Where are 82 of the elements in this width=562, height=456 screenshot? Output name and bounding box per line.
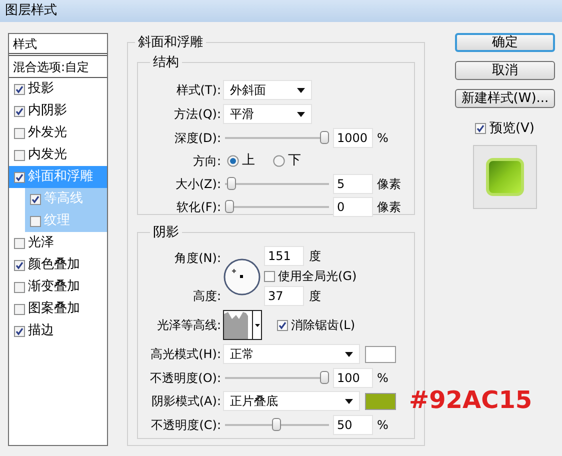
checkbox[interactable]	[14, 304, 25, 314]
slider[interactable]	[225, 371, 329, 384]
checkbox-label: 消除锯齿(L)	[291, 317, 356, 334]
caret-icon	[297, 112, 305, 116]
checkbox[interactable]	[14, 238, 25, 248]
unit-label: 度	[309, 248, 321, 265]
slider-thumb[interactable]	[225, 200, 234, 213]
checkbox-label: 预览(V)	[489, 120, 535, 138]
radio-icon	[227, 154, 239, 166]
checkbox[interactable]	[14, 282, 25, 292]
dropdown[interactable]: 平滑	[223, 104, 312, 124]
slider[interactable]	[225, 131, 329, 144]
contour-picker[interactable]	[223, 310, 262, 340]
checkbox[interactable]	[264, 270, 275, 282]
radio-option[interactable]: 上	[227, 150, 255, 170]
checkbox-label: 使用全局光(G)	[278, 268, 357, 285]
unit-label: %	[377, 416, 388, 434]
unit-label: %	[377, 130, 388, 146]
number-field[interactable]: 1000	[333, 128, 373, 148]
checkbox[interactable]	[14, 106, 25, 116]
field-label: 方向:	[192, 152, 221, 170]
checkbox[interactable]	[30, 216, 41, 226]
checkbox[interactable]	[475, 123, 486, 134]
checkbox[interactable]	[30, 194, 41, 204]
caret-icon	[297, 88, 305, 92]
group-title: 结构	[152, 54, 180, 72]
unit-label: 度	[309, 288, 321, 305]
field-label: 角度(N):	[174, 250, 221, 267]
checkbox[interactable]	[14, 150, 25, 160]
checkbox[interactable]	[14, 260, 25, 270]
dropdown[interactable]: 外斜面	[223, 80, 312, 100]
caret-icon	[345, 352, 353, 356]
checkbox[interactable]	[277, 320, 288, 330]
field-label: 不透明度(C):	[151, 416, 221, 434]
unit-label: 像素	[377, 198, 401, 216]
dialog-button[interactable]: 确定	[455, 33, 555, 52]
slider-thumb[interactable]	[320, 131, 329, 144]
checkbox[interactable]	[14, 84, 25, 94]
preview-swatch	[486, 158, 524, 196]
radio-option[interactable]: 下	[273, 150, 301, 170]
field-label: 高度:	[192, 288, 221, 305]
color-swatch[interactable]	[365, 392, 396, 410]
caret-icon	[345, 398, 353, 404]
checkbox[interactable]	[14, 326, 25, 336]
slider[interactable]	[225, 418, 329, 431]
field-label: 深度(D):	[174, 130, 221, 146]
field-label: 阴影模式(A):	[151, 393, 221, 410]
number-field[interactable]: 100	[333, 368, 373, 388]
color-swatch[interactable]	[365, 346, 396, 362]
unit-label: %	[377, 370, 388, 386]
field-label: 高光模式(H):	[150, 346, 221, 363]
number-field[interactable]: 151	[264, 246, 304, 266]
field-label: 方法(Q):	[174, 106, 221, 123]
group-title: 阴影	[152, 224, 180, 242]
field-label: 样式(T):	[176, 82, 221, 99]
slider-thumb[interactable]	[226, 177, 236, 190]
field-label: 软化(F):	[176, 198, 221, 216]
field-label: 光泽等高线:	[156, 317, 221, 334]
field-label: 大小(Z):	[175, 176, 221, 192]
dropdown[interactable]: 正常	[223, 344, 360, 364]
slider-thumb[interactable]	[272, 418, 281, 431]
angle-dial[interactable]	[223, 258, 261, 296]
section-title: 斜面和浮雕	[137, 34, 204, 52]
annotation: #92AC15	[409, 385, 532, 416]
slider[interactable]	[225, 200, 329, 213]
list-header: 样式	[13, 36, 37, 52]
dialog-button[interactable]: 新建样式(W)...	[455, 89, 555, 108]
radio-icon	[273, 154, 285, 166]
field-label: 不透明度(O):	[150, 370, 221, 386]
checkbox[interactable]	[14, 128, 25, 138]
caret-icon	[254, 324, 260, 326]
slider[interactable]	[225, 177, 329, 190]
number-field[interactable]: 5	[333, 174, 373, 194]
number-field[interactable]: 50	[333, 414, 373, 434]
dropdown[interactable]: 正片叠底	[223, 391, 360, 411]
dialog-button[interactable]: 取消	[455, 61, 555, 80]
window-title: 图层样式	[5, 2, 57, 20]
slider-thumb[interactable]	[320, 371, 329, 384]
checkbox[interactable]	[14, 172, 25, 182]
number-field[interactable]: 37	[264, 286, 304, 306]
number-field[interactable]: 0	[333, 196, 373, 216]
unit-label: 像素	[377, 176, 401, 192]
